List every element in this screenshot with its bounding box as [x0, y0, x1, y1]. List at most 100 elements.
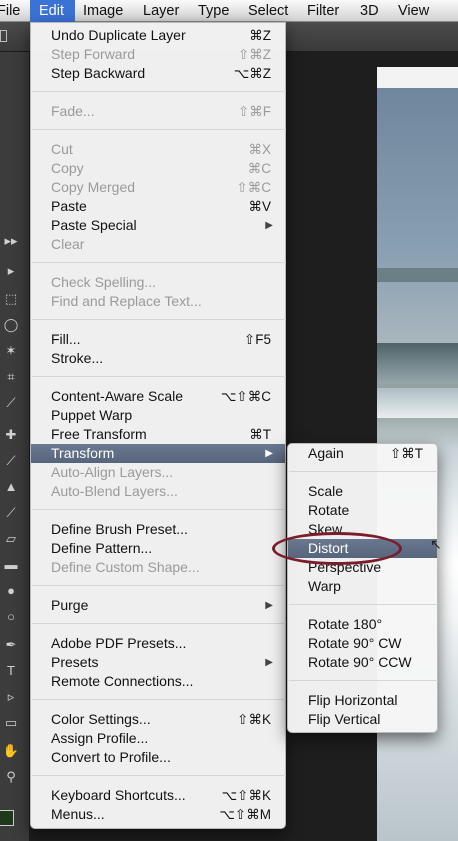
eyedropper-icon[interactable]: ⟋ [0, 394, 22, 412]
submenu-arrow-icon: ▶ [265, 220, 273, 231]
menu-item-label: Copy [51, 160, 84, 176]
menu-file[interactable]: File [0, 0, 29, 22]
menu-item-label: Fade... [51, 103, 95, 119]
menu-layer[interactable]: Layer [143, 0, 179, 22]
menu-item-convert-profile[interactable]: Convert to Profile... [31, 748, 285, 767]
type-tool-icon[interactable]: T [0, 662, 22, 680]
menu-separator [289, 680, 438, 681]
home-icon[interactable] [0, 30, 7, 42]
menu-item-label: Rotate 180° [308, 616, 383, 632]
menu-item-transform[interactable]: Transform ▶ [31, 444, 285, 463]
dodge-tool-icon[interactable]: ○ [0, 608, 22, 626]
menu-item-label: Define Pattern... [51, 540, 153, 556]
menu-item-label: Paste Special [51, 217, 137, 233]
menu-item-label: Presets [51, 654, 99, 670]
menu-type[interactable]: Type [198, 0, 229, 22]
menu-item-assign-profile[interactable]: Assign Profile... [31, 729, 285, 748]
menu-edit[interactable]: Edit [30, 0, 75, 22]
menu-item-label: Fill... [51, 331, 81, 347]
pen-tool-icon[interactable]: ✒ [0, 636, 22, 654]
menu-item-pdf-presets[interactable]: Adobe PDF Presets... [31, 634, 285, 653]
menu-item-puppet-warp[interactable]: Puppet Warp [31, 406, 285, 425]
menu-item-undo[interactable]: Undo Duplicate Layer ⌘Z [31, 26, 285, 45]
shape-tool-icon[interactable]: ▭ [0, 714, 22, 732]
eraser-tool-icon[interactable]: ▱ [0, 530, 22, 548]
menu-item-free-transform[interactable]: Free Transform ⌘T [31, 425, 285, 444]
menu-item-shortcut: ⌘V [248, 199, 271, 214]
menu-item-label: Step Backward [51, 65, 146, 81]
menu-item-paste[interactable]: Paste ⌘V [31, 197, 285, 216]
path-selection-icon[interactable]: ▹ [0, 688, 22, 706]
menu-item-label: Flip Vertical [308, 711, 381, 727]
menu-separator [32, 319, 286, 320]
gradient-tool-icon[interactable]: ▬ [0, 556, 22, 574]
stamp-tool-icon[interactable]: ▲ [0, 478, 22, 496]
menu-item-define-brush[interactable]: Define Brush Preset... [31, 520, 285, 539]
magic-wand-icon[interactable]: ✶ [0, 342, 22, 360]
menu-separator [32, 262, 286, 263]
submenu-item-rotate-90-cw[interactable]: Rotate 90° CW [288, 634, 437, 653]
menu-separator [289, 471, 438, 472]
menu-item-shortcut: ⌘X [248, 142, 271, 157]
menu-item-label: Clear [51, 236, 85, 252]
menu-image[interactable]: Image [83, 0, 123, 22]
menu-item-shortcut: ⌥⇧⌘C [220, 389, 271, 404]
highlight-ellipse [272, 532, 402, 565]
menu-item-purge[interactable]: Purge ▶ [31, 596, 285, 615]
menu-item-shortcut: ⌘C [247, 161, 271, 176]
menu-item-copy: Copy ⌘C [31, 159, 285, 178]
submenu-item-warp[interactable]: Warp [288, 577, 437, 596]
menu-item-label: Purge [51, 597, 89, 613]
lasso-tool-icon[interactable]: ◯ [0, 316, 22, 334]
submenu-item-flip-horizontal[interactable]: Flip Horizontal [288, 691, 437, 710]
menu-item-label: Auto-Blend Layers... [51, 483, 178, 499]
crop-tool-icon[interactable]: ⌗ [0, 368, 22, 386]
submenu-item-rotate-180[interactable]: Rotate 180° [288, 615, 437, 634]
menu-item-color-settings[interactable]: Color Settings... ⇧⌘K [31, 710, 285, 729]
submenu-item-rotate-90-ccw[interactable]: Rotate 90° CCW [288, 653, 437, 672]
submenu-arrow-icon: ▶ [265, 448, 273, 459]
submenu-item-scale[interactable]: Scale [288, 482, 437, 501]
zoom-tool-icon[interactable]: ⚲ [0, 768, 22, 786]
menu-item-check-spelling: Check Spelling... [31, 273, 285, 292]
menu-item-auto-blend: Auto-Blend Layers... [31, 482, 285, 501]
blur-tool-icon[interactable]: ● [0, 582, 22, 600]
menu-item-label: Remote Connections... [51, 673, 194, 689]
menu-item-auto-align: Auto-Align Layers... [31, 463, 285, 482]
history-brush-icon[interactable]: ⟋ [0, 504, 22, 522]
submenu-item-rotate[interactable]: Rotate [288, 501, 437, 520]
menu-item-label: Copy Merged [51, 179, 136, 195]
menu-item-step-backward[interactable]: Step Backward ⌥⌘Z [31, 64, 285, 83]
menu-separator [32, 91, 286, 92]
menu-item-content-aware-scale[interactable]: Content-Aware Scale ⌥⇧⌘C [31, 387, 285, 406]
collapse-arrows-icon[interactable]: ▸▸ [0, 232, 22, 250]
menu-item-label: Keyboard Shortcuts... [51, 787, 186, 803]
menu-item-define-pattern[interactable]: Define Pattern... [31, 539, 285, 558]
menu-item-shortcut: ⌘T [249, 427, 271, 442]
move-tool-icon[interactable]: ▸ [0, 262, 22, 280]
menu-item-shortcut: ⌘Z [249, 28, 271, 43]
foreground-color-swatch[interactable] [0, 810, 14, 826]
menu-item-menus[interactable]: Menus... ⌥⇧⌘M [31, 805, 285, 824]
menu-3d[interactable]: 3D [360, 0, 379, 22]
menu-item-remote-connections[interactable]: Remote Connections... [31, 672, 285, 691]
menu-item-label: Check Spelling... [51, 274, 157, 290]
menu-item-stroke[interactable]: Stroke... [31, 349, 285, 368]
submenu-item-flip-vertical[interactable]: Flip Vertical [288, 710, 437, 729]
menu-item-fade: Fade... ⇧⌘F [31, 102, 285, 121]
menu-item-cut: Cut ⌘X [31, 140, 285, 159]
brush-tool-icon[interactable]: ⟋ [0, 452, 22, 470]
menu-select[interactable]: Select [248, 0, 288, 22]
submenu-item-again[interactable]: Again ⇧⌘T [288, 444, 437, 463]
menu-item-keyboard-shortcuts[interactable]: Keyboard Shortcuts... ⌥⇧⌘K [31, 786, 285, 805]
menu-item-fill[interactable]: Fill... ⇧F5 [31, 330, 285, 349]
menu-item-label: Puppet Warp [51, 407, 133, 423]
marquee-tool-icon[interactable]: ⬚ [0, 290, 22, 308]
menu-item-presets[interactable]: Presets ▶ [31, 653, 285, 672]
menu-view[interactable]: View [398, 0, 429, 22]
menu-item-paste-special[interactable]: Paste Special ▶ [31, 216, 285, 235]
healing-brush-icon[interactable]: ✚ [0, 426, 22, 444]
hand-tool-icon[interactable]: ✋ [0, 742, 22, 760]
menu-filter[interactable]: Filter [307, 0, 339, 22]
menu-separator [32, 509, 286, 510]
